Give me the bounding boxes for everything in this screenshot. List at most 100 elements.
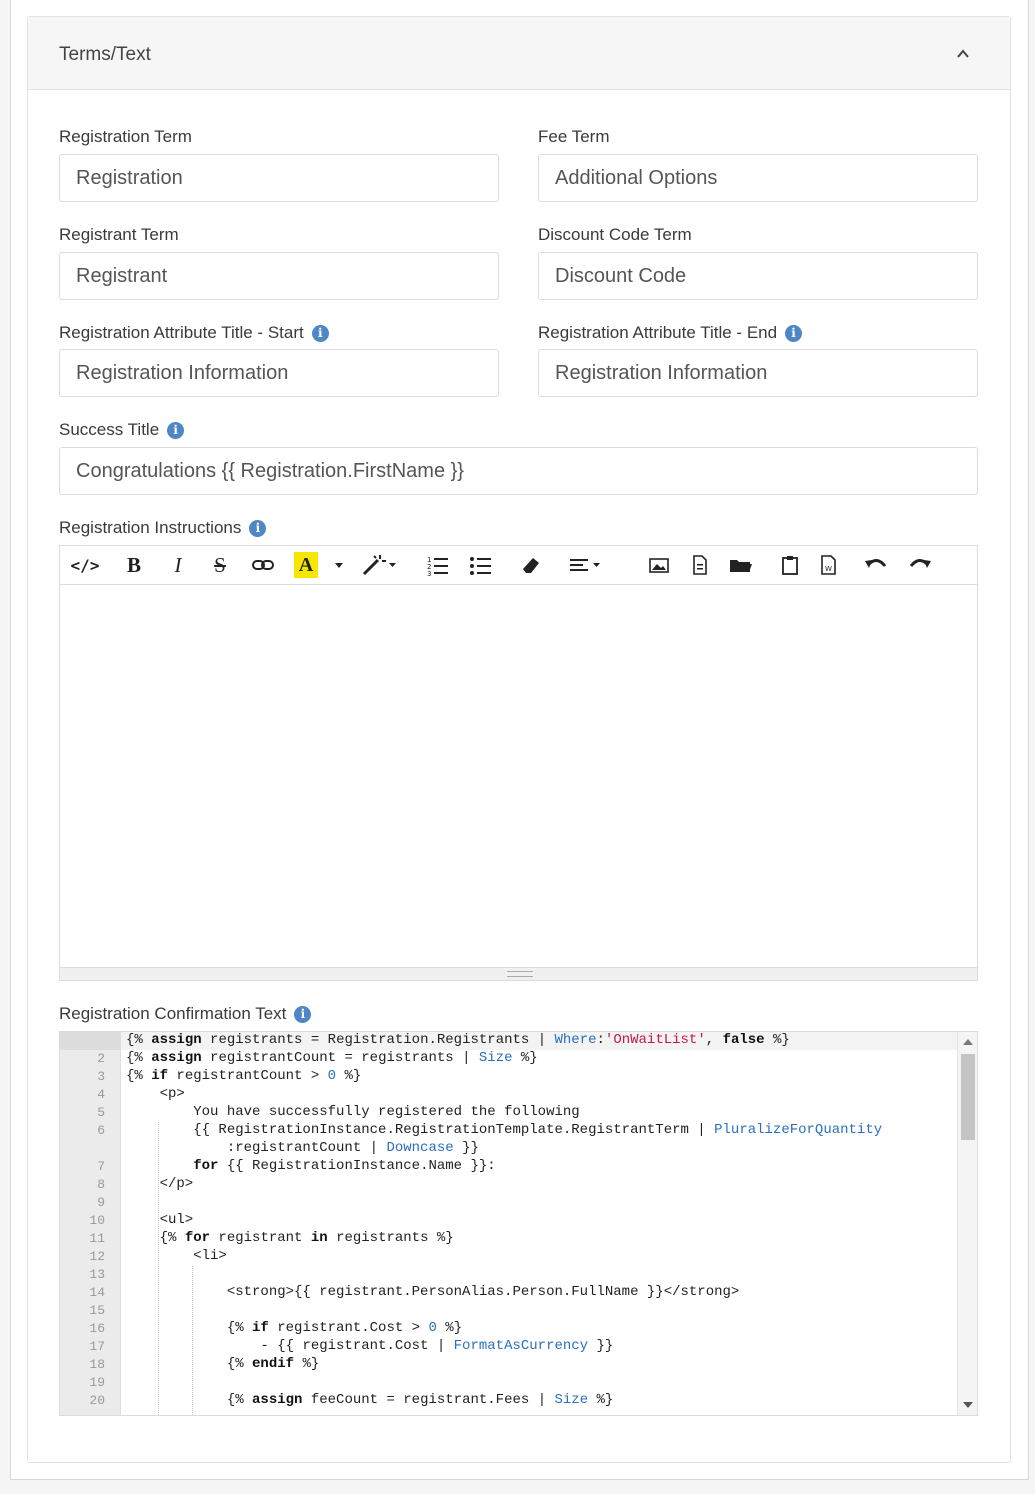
info-icon[interactable]: i (167, 421, 185, 439)
label-text: Registration Confirmation Text (59, 1004, 287, 1023)
word-paste-icon[interactable]: W (818, 552, 840, 578)
label-text: Registration Attribute Title - Start (59, 323, 304, 342)
chevron-up-icon[interactable] (956, 47, 970, 61)
code-line[interactable]: {% if registrant.Cost > 0 %} (126, 1320, 462, 1336)
code-view-icon[interactable]: </> (70, 552, 100, 578)
folder-icon[interactable] (728, 552, 754, 578)
info-icon[interactable]: i (249, 519, 267, 537)
line-number: 7 (97, 1159, 105, 1174)
line-number: 16 (89, 1321, 105, 1336)
eraser-icon[interactable] (520, 552, 542, 578)
line-number: 18 (89, 1357, 105, 1372)
ordered-list-icon[interactable]: 123 (426, 552, 450, 578)
code-line[interactable]: <p> (126, 1086, 185, 1102)
code-line[interactable]: <ul> (126, 1212, 194, 1228)
line-number: 5 (97, 1105, 105, 1120)
line-number: 15 (89, 1303, 105, 1318)
attr-title-start-input[interactable] (59, 349, 499, 397)
line-number: 12 (89, 1249, 105, 1264)
registration-term-input[interactable] (59, 154, 499, 202)
label-text: Success Title (59, 420, 160, 439)
confirmation-text-label: Registration Confirmation Text i (59, 1004, 312, 1024)
magic-wand-icon[interactable] (360, 552, 398, 578)
success-title-label: Success Title i (59, 420, 185, 440)
code-line[interactable]: {% endif %} (126, 1356, 319, 1372)
line-number: 9 (97, 1195, 105, 1210)
document-icon[interactable] (690, 552, 710, 578)
code-line[interactable]: {{ RegistrationInstance.RegistrationTemp… (126, 1122, 882, 1138)
line-number: 2 (97, 1051, 105, 1066)
scrollbar-thumb[interactable] (961, 1054, 975, 1140)
line-number: 19 (89, 1375, 105, 1390)
page-container: Terms/Text Registration Term Fee Term Re… (10, 0, 1029, 1480)
label-text: Registration Term (59, 127, 192, 146)
link-icon[interactable] (250, 552, 276, 578)
code-line[interactable]: for {{ RegistrationInstance.Name }}: (126, 1158, 495, 1174)
svg-text:3: 3 (427, 570, 431, 578)
success-title-input[interactable] (59, 447, 978, 495)
line-number-gutter: 1234567891011121314151617181920 (60, 1032, 121, 1415)
line-number: 11 (89, 1231, 105, 1246)
align-icon[interactable] (568, 552, 606, 578)
label-text: Registration Instructions (59, 518, 242, 537)
italic-icon[interactable]: I (166, 552, 190, 578)
label-text: Registration Attribute Title - End (538, 323, 778, 342)
undo-icon[interactable] (863, 552, 889, 578)
label-text: Registrant Term (59, 225, 179, 244)
editor-resize-handle[interactable] (59, 968, 978, 981)
panel-header[interactable]: Terms/Text (28, 17, 1010, 90)
registrant-term-input[interactable] (59, 252, 499, 300)
code-line[interactable]: :registrantCount | Downcase }} (126, 1140, 479, 1156)
code-line[interactable]: {% for registrant in registrants %} (126, 1230, 454, 1246)
line-number: 14 (89, 1285, 105, 1300)
line-number: 20 (89, 1393, 105, 1408)
scroll-up-icon[interactable] (963, 1039, 973, 1045)
line-number: 13 (89, 1267, 105, 1282)
active-gutter-highlight (60, 1032, 121, 1050)
code-line[interactable]: <li> (126, 1248, 227, 1264)
line-number: 8 (97, 1177, 105, 1192)
registration-term-label: Registration Term (59, 127, 192, 147)
registration-instructions-label: Registration Instructions i (59, 518, 267, 538)
editor-toolbar: </> B I S A 123 W (59, 545, 978, 584)
fee-term-input[interactable] (538, 154, 978, 202)
label-text: Discount Code Term (538, 225, 692, 244)
image-icon[interactable] (648, 552, 670, 578)
discount-code-term-label: Discount Code Term (538, 225, 692, 245)
strikethrough-icon[interactable]: S (208, 552, 232, 578)
code-line[interactable]: <strong>{{ registrant.PersonAlias.Person… (126, 1284, 740, 1300)
code-line[interactable]: </p> (126, 1176, 194, 1192)
discount-code-term-input[interactable] (538, 252, 978, 300)
info-icon[interactable]: i (294, 1005, 312, 1023)
paste-icon[interactable] (779, 552, 801, 578)
panel-title: Terms/Text (59, 44, 151, 65)
code-line[interactable]: You have successfully registered the fol… (126, 1104, 579, 1120)
code-line[interactable]: {% assign registrants = Registration.Reg… (126, 1032, 790, 1048)
line-number: 4 (97, 1087, 105, 1102)
dropdown-caret-icon[interactable] (333, 552, 345, 578)
code-line[interactable]: {% assign registrantCount = registrants … (126, 1050, 538, 1066)
fee-term-label: Fee Term (538, 127, 610, 147)
bold-icon[interactable]: B (122, 552, 146, 578)
code-line[interactable]: {% if registrantCount > 0 %} (126, 1068, 361, 1084)
attr-title-end-label: Registration Attribute Title - End i (538, 323, 803, 343)
grip-icon (507, 971, 533, 977)
label-text: Fee Term (538, 127, 610, 146)
font-color-icon[interactable]: A (294, 552, 318, 578)
confirmation-code-editor[interactable]: 1234567891011121314151617181920 {% assig… (59, 1031, 978, 1416)
registrant-term-label: Registrant Term (59, 225, 179, 245)
svg-text:W: W (825, 565, 832, 573)
vertical-scrollbar[interactable] (957, 1032, 977, 1415)
line-number: 10 (89, 1213, 105, 1228)
info-icon[interactable]: i (785, 324, 803, 342)
terms-text-panel: Terms/Text Registration Term Fee Term Re… (27, 16, 1011, 1463)
scroll-down-icon[interactable] (963, 1402, 973, 1408)
code-line[interactable]: {% assign feeCount = registrant.Fees | S… (126, 1392, 614, 1408)
attr-title-end-input[interactable] (538, 349, 978, 397)
unordered-list-icon[interactable] (469, 552, 493, 578)
registration-instructions-editor[interactable] (59, 584, 978, 968)
info-icon[interactable]: i (311, 324, 329, 342)
code-line[interactable]: - {{ registrant.Cost | FormatAsCurrency … (126, 1338, 613, 1354)
redo-icon[interactable] (907, 552, 933, 578)
line-number: 6 (97, 1123, 105, 1138)
